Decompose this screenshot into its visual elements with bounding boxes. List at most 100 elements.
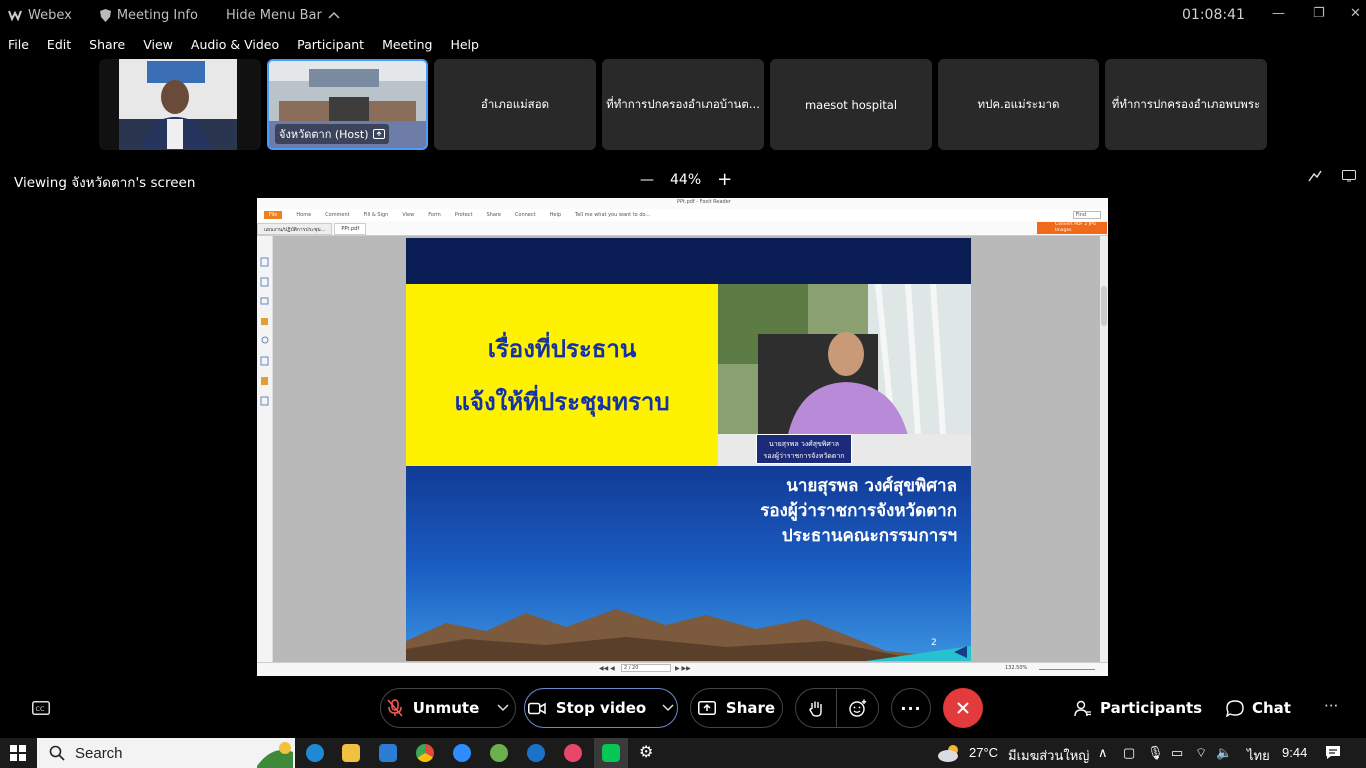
zoom-controls: — 44% + (640, 169, 732, 190)
chrome-icon[interactable] (416, 744, 434, 762)
view-options-icon[interactable] (1342, 170, 1356, 186)
unmute-button[interactable]: Unmute (380, 688, 516, 728)
participant-name: จังหวัดตาก (Host) (279, 128, 369, 141)
pdf-tab-1[interactable]: แผนงาน/ปฏิบัติการประชุม... (257, 223, 333, 235)
more-dots-icon: ··· (900, 698, 922, 718)
menu-file[interactable]: File (8, 37, 29, 52)
menu-view[interactable]: View (143, 37, 173, 52)
notification-icon[interactable] (1325, 745, 1341, 763)
webex-taskbar-icon[interactable] (527, 744, 545, 762)
pdf-tab-2[interactable]: PPt.pdf (334, 223, 367, 235)
windows-start-icon[interactable] (10, 745, 26, 765)
zoom-in-icon[interactable]: + (717, 169, 732, 190)
pdf-prev-icon[interactable]: ◀◀ ◀ (599, 665, 615, 672)
menu-meeting[interactable]: Meeting (382, 37, 432, 52)
participant-tile-6[interactable]: ทปค.อแม่ระมาด (938, 59, 1099, 150)
hide-menu-bar-button[interactable]: Hide Menu Bar (226, 8, 340, 23)
pdf-ribbon-comment[interactable]: Comment (325, 212, 350, 218)
captions-icon[interactable]: CC (32, 700, 50, 719)
pdf-ribbon-share[interactable]: Share (486, 212, 500, 218)
pdf-next-icon[interactable]: ▶ ▶▶ (675, 665, 691, 672)
menu-help[interactable]: Help (450, 37, 479, 52)
more-options-button[interactable]: ··· (891, 688, 931, 728)
maximize-icon[interactable]: ❐ (1313, 6, 1325, 21)
mail-icon[interactable] (379, 744, 397, 762)
pdf-ribbon-fill-sign[interactable]: Fill & Sign (364, 212, 389, 218)
edge-icon[interactable] (306, 744, 324, 762)
pdf-find-box[interactable]: Find (1072, 211, 1101, 219)
raise-hand-button[interactable] (796, 689, 838, 727)
slide-top-band (406, 238, 971, 284)
chat-bubble-icon (1226, 699, 1244, 717)
participant-tile-4[interactable]: ที่ทำการปกครองอำเภอบ้านต... (602, 59, 764, 150)
pdf-ribbon-connect[interactable]: Connect (515, 212, 536, 218)
more-icon[interactable]: ··· (1324, 697, 1338, 715)
tray-chevron-up-icon[interactable]: ∧ (1098, 745, 1108, 761)
chat-button[interactable]: Chat (1226, 699, 1291, 717)
pdf-ribbon-file[interactable]: File (264, 211, 283, 219)
minimize-icon[interactable]: — (1272, 6, 1285, 21)
zoom-level: 44% (670, 171, 702, 188)
tray-meeting-icon[interactable]: ▢ (1123, 745, 1135, 761)
battery-icon[interactable]: ▭ (1171, 745, 1183, 761)
search-placeholder: Search (75, 744, 123, 762)
pdf-ribbon-help[interactable]: Help (550, 212, 561, 218)
svg-text:CC: CC (36, 705, 46, 713)
pdf-ribbon-protect[interactable]: Protect (455, 212, 473, 218)
menu-audio-video[interactable]: Audio & Video (191, 37, 279, 52)
zoom-icon[interactable] (453, 744, 471, 762)
search-highlight-image (255, 738, 295, 768)
zoom-out-icon[interactable]: — (640, 172, 654, 188)
itunes-icon[interactable] (564, 744, 582, 762)
taskbar-search-box[interactable]: Search (37, 738, 295, 768)
participant-tile-7[interactable]: ที่ทำการปกครองอำเภอพบพระ (1105, 59, 1267, 150)
smiley-plus-icon (848, 699, 866, 717)
taskbar-clock[interactable]: 9:44 (1282, 745, 1307, 760)
pdf-reader-toolbar: PPt.pdf - Foxit Reader File Home Comment… (257, 198, 1108, 236)
participant-tile-5[interactable]: maesot hospital (770, 59, 932, 150)
reactions-group (795, 688, 879, 728)
pdf-zoom-slider[interactable] (1039, 669, 1095, 670)
pdf-scrollbar[interactable] (1100, 236, 1108, 662)
share-button[interactable]: Share (690, 688, 783, 728)
participants-label: Participants (1100, 699, 1203, 717)
title-bar: Webex Meeting Info Hide Menu Bar 01:08:4… (0, 0, 1366, 30)
pdf-ribbon-home[interactable]: Home (296, 212, 311, 218)
weather-text[interactable]: มีเมฆส่วนใหญ่ (1008, 745, 1089, 766)
meeting-info-label: Meeting Info (116, 7, 198, 23)
leave-meeting-button[interactable] (943, 688, 983, 728)
participant-tile-3[interactable]: อำเภอแม่สอด (434, 59, 596, 150)
participant-tile-video-1[interactable] (99, 59, 261, 150)
convert-badge[interactable]: Convert PDF 2 JPG Images (1037, 222, 1107, 234)
search-icon (49, 745, 65, 761)
language-indicator[interactable]: ไทย (1247, 745, 1270, 766)
reactions-button[interactable] (837, 699, 878, 717)
line-icon[interactable] (602, 744, 620, 762)
wifi-icon[interactable]: ⌔ (1195, 745, 1207, 761)
pdf-window-title: PPt.pdf - Foxit Reader (677, 199, 731, 205)
meeting-timer: 01:08:41 (1182, 7, 1245, 23)
speaker-icon[interactable]: 🔈 (1216, 745, 1232, 761)
menu-share[interactable]: Share (89, 37, 125, 52)
pdf-page-indicator[interactable]: 2 / 20 (621, 664, 671, 672)
webex-brand: Webex (8, 8, 72, 23)
menu-participant[interactable]: Participant (297, 37, 364, 52)
video-camera-icon (527, 702, 546, 714)
tray-mic-icon[interactable]: 🎙 (1147, 745, 1164, 761)
pdf-tell-me[interactable]: Tell me what you want to do... (575, 212, 650, 218)
close-icon[interactable]: ✕ (1350, 6, 1361, 21)
pdf-ribbon-form[interactable]: Form (428, 212, 441, 218)
meeting-info-button[interactable]: Meeting Info (99, 7, 198, 23)
qgis-icon[interactable] (490, 744, 508, 762)
annotate-icon[interactable] (1308, 170, 1322, 186)
weather-temp[interactable]: 27°C (969, 745, 998, 760)
participant-tile-host[interactable]: จังหวัดตาก (Host) (267, 59, 428, 150)
raise-hand-icon (809, 701, 822, 717)
pdf-ribbon-view[interactable]: View (402, 212, 414, 218)
file-explorer-icon[interactable] (342, 744, 360, 762)
stop-video-button[interactable]: Stop video (524, 688, 678, 728)
settings-gear-icon[interactable]: ⚙ (639, 742, 657, 761)
menu-edit[interactable]: Edit (47, 37, 71, 52)
menu-bar: File Edit Share View Audio & Video Parti… (0, 33, 489, 55)
participants-button[interactable]: Participants (1074, 699, 1202, 717)
